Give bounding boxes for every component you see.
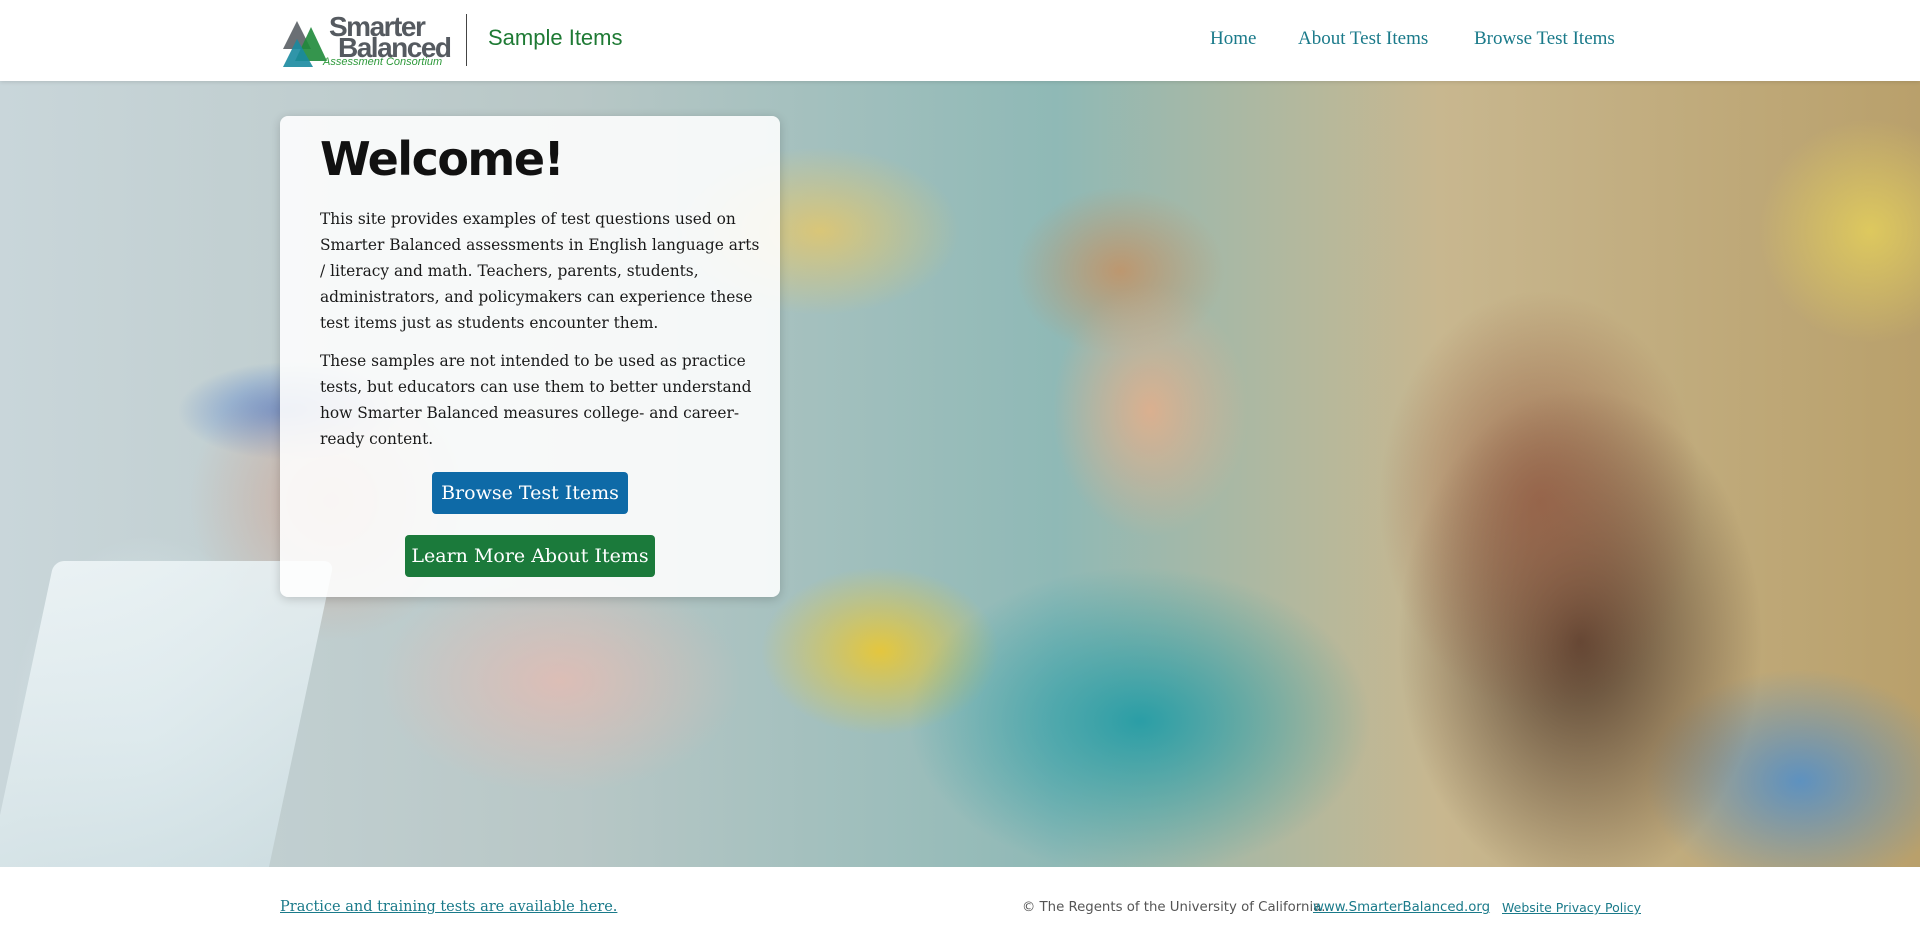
- nav-browse-test-items-link[interactable]: Browse Test Items: [1474, 28, 1615, 50]
- smarter-balanced-logo[interactable]: Smarter Balanced Assessment Consortium: [283, 13, 452, 69]
- site-title: Sample Items: [488, 25, 623, 50]
- smarter-balanced-site-link[interactable]: www.SmarterBalanced.org: [1313, 900, 1490, 915]
- nav-about-test-items-link[interactable]: About Test Items: [1298, 28, 1428, 50]
- privacy-policy-link[interactable]: Website Privacy Policy: [1502, 900, 1641, 915]
- site-header: Smarter Balanced Assessment Consortium S…: [0, 0, 1920, 81]
- hero-laptop-shape: [0, 561, 335, 867]
- practice-tests-link[interactable]: Practice and training tests are availabl…: [280, 899, 617, 915]
- welcome-heading: Welcome!: [320, 132, 565, 186]
- nav-home-link[interactable]: Home: [1210, 28, 1256, 50]
- learn-more-about-items-button[interactable]: Learn More About Items: [405, 535, 655, 577]
- site-footer: Practice and training tests are availabl…: [0, 867, 1920, 947]
- copyright-text: © The Regents of the University of Calif…: [1022, 900, 1326, 915]
- welcome-paragraph-1: This site provides examples of test ques…: [320, 210, 760, 332]
- logo-subtitle: Assessment Consortium: [323, 56, 443, 68]
- header-divider: [466, 14, 467, 66]
- welcome-card: Welcome! This site provides examples of …: [280, 116, 780, 597]
- welcome-paragraph-2: These samples are not intended to be use…: [320, 352, 752, 448]
- browse-test-items-button[interactable]: Browse Test Items: [432, 472, 628, 514]
- hero-photo-students: Welcome! This site provides examples of …: [0, 81, 1920, 867]
